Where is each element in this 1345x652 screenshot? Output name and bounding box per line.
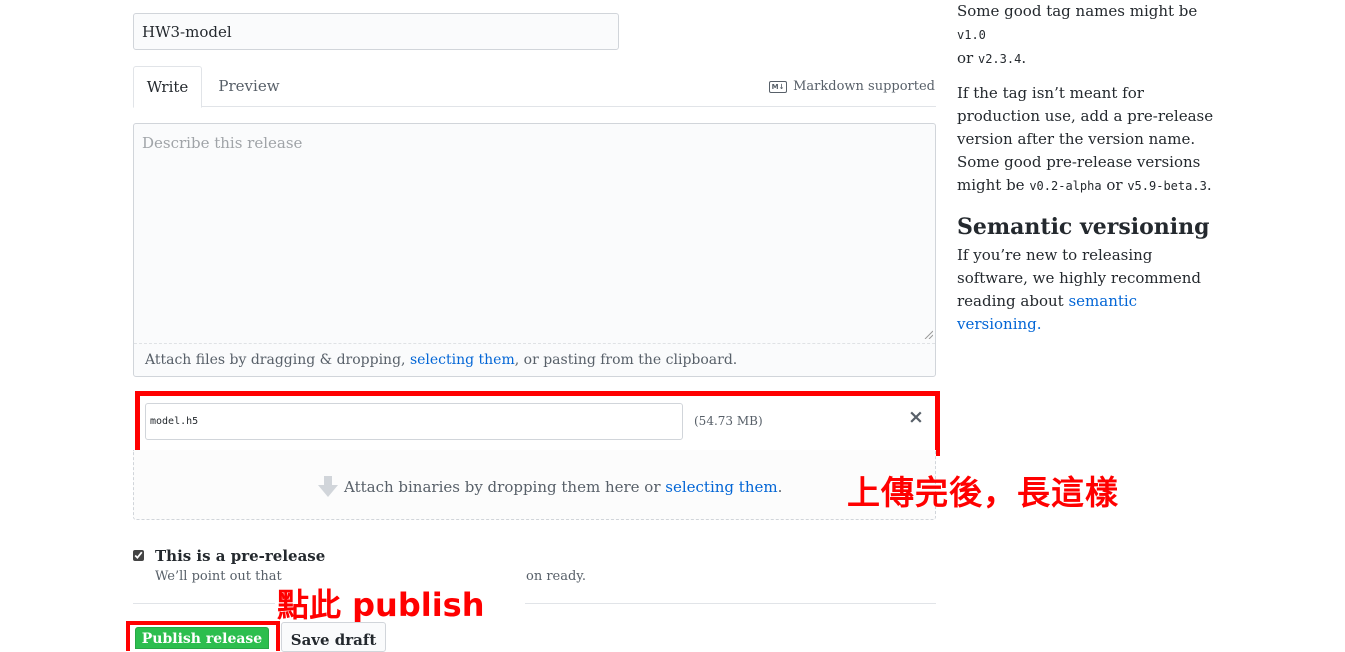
tab-bar-divider (133, 106, 936, 107)
description-editor: Attach files by dragging & dropping, sel… (133, 123, 936, 377)
tab-preview[interactable]: Preview (205, 66, 293, 106)
tab-write[interactable]: Write (133, 66, 202, 108)
prerelease-note-start: We’ll point out that (155, 569, 282, 584)
attach-files-suffix: , or pasting from the clipboard. (514, 352, 738, 368)
binaries-select-link[interactable]: selecting them (665, 478, 777, 496)
semver-heading: Semantic versioning (957, 214, 1210, 240)
resize-handle-icon[interactable] (924, 330, 933, 339)
release-title-input[interactable] (133, 13, 619, 50)
tag-tip-or: or (957, 49, 978, 67)
prerelease-tip-or: or (1101, 176, 1128, 194)
close-icon[interactable]: × (907, 407, 925, 427)
tag-tip-end: . (1021, 49, 1027, 67)
tag-example: v2.3.4 (977, 52, 1022, 66)
prerelease-example: v0.2-alpha (1029, 179, 1102, 193)
uploaded-file-size: (54.73 MB) (694, 414, 763, 428)
binaries-drop-text: Attach binaries by dropping them here or (344, 477, 666, 496)
prerelease-label[interactable]: This is a pre-release (155, 547, 325, 565)
download-arrow-icon (318, 476, 338, 497)
markdown-supported-hint[interactable]: M↓ Markdown supported (769, 79, 935, 94)
annotation-uploaded-note: 上傳完後，長這樣 (847, 473, 1119, 512)
form-divider-left (133, 603, 275, 604)
prerelease-checkbox[interactable] (133, 550, 144, 561)
prerelease-example: v5.9-beta.3 (1127, 179, 1207, 193)
semver-tip: If you’re new to releasing software, we … (957, 244, 1222, 336)
description-textarea[interactable] (134, 124, 935, 342)
description-divider (134, 343, 935, 344)
attach-files-hint: Attach files by dragging & dropping, sel… (145, 352, 737, 368)
tag-tip-text: Some good tag names might be (957, 2, 1198, 20)
attach-files-text: Attach files by dragging & dropping, (145, 352, 410, 368)
prerelease-tip-text: If the tag isn’t meant for production us… (957, 84, 1214, 194)
attach-files-link[interactable]: selecting them (410, 352, 515, 368)
annotation-click-note: 點此 publish (277, 586, 485, 624)
uploaded-file-name-input[interactable] (145, 403, 683, 440)
prerelease-note-end: on ready. (526, 569, 587, 584)
save-draft-button[interactable]: Save draft (281, 622, 386, 652)
tag-example: v1.0 (957, 28, 986, 42)
markdown-icon: M↓ (769, 80, 788, 93)
prerelease-tip: If the tag isn’t meant for production us… (957, 82, 1222, 198)
prerelease-tip-end: . (1206, 176, 1212, 194)
release-help-sidebar: Some good tag names might be v1.0 or v2.3… (957, 0, 1222, 336)
binaries-drop-suffix: . (777, 477, 783, 496)
tag-tip: Some good tag names might be v1.0 or v2.3… (957, 0, 1222, 71)
markdown-hint-label: Markdown supported (793, 79, 935, 94)
binaries-drop-hint: Attach binaries by dropping them here or… (318, 476, 782, 497)
publish-release-button[interactable]: Publish release (135, 627, 269, 649)
form-divider (525, 603, 936, 604)
